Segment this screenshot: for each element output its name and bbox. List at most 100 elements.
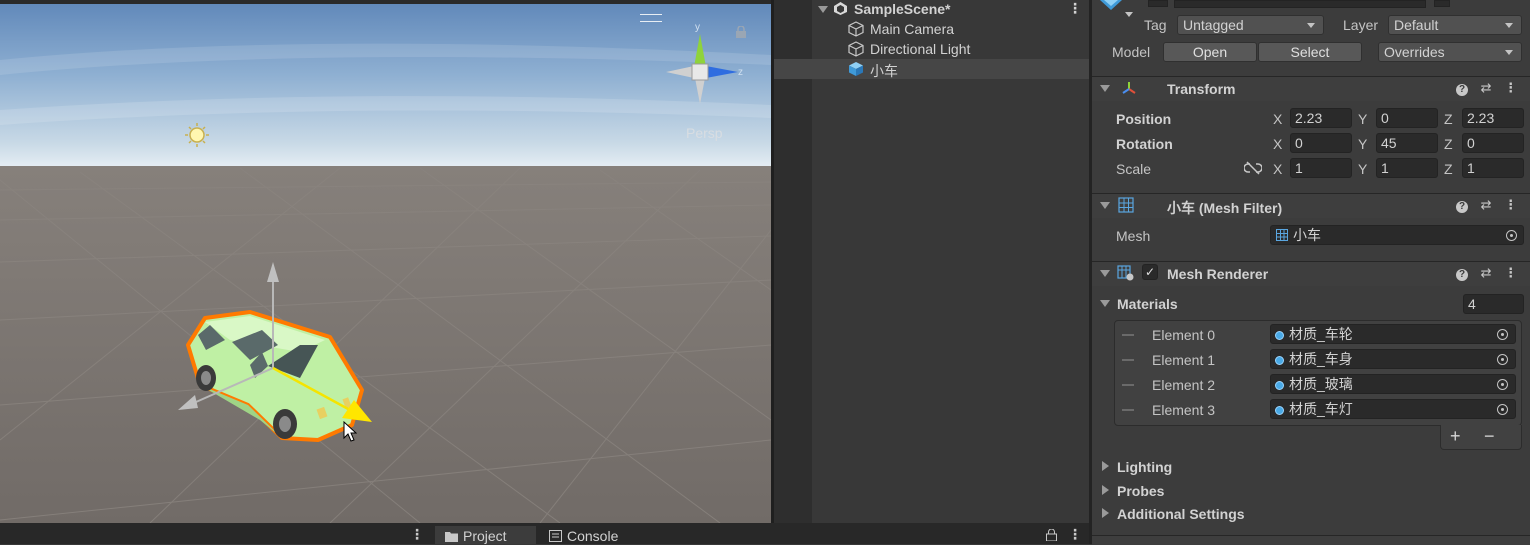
material-value: 材质_车身 [1289,351,1353,367]
mesh-value: 小车 [1293,227,1321,243]
enabled-checkbox[interactable]: ✓ [1142,264,1158,280]
foldout-arrow-icon[interactable] [1100,300,1110,307]
tag-dropdown[interactable]: Untagged [1177,15,1324,35]
materials-count-field[interactable]: 4 [1463,294,1524,314]
help-icon[interactable]: ? [1456,269,1468,281]
overrides-dropdown[interactable]: Overrides [1378,42,1522,62]
add-element-button[interactable]: + [1450,426,1461,447]
preset-icon[interactable]: ⇄ [1481,80,1492,95]
foldout-arrow-icon[interactable] [1100,202,1110,209]
context-menu-icon[interactable]: ⋮ [1504,265,1517,280]
element-label: Element 1 [1152,352,1216,368]
active-toggle[interactable] [1148,0,1168,7]
component-icons: ? ⇄ ⋮ [1456,80,1517,96]
projection-label[interactable]: Persp [686,125,723,141]
probes-foldout[interactable]: Probes [1117,483,1164,499]
mesh-object-field[interactable]: 小车 [1270,225,1524,245]
lighting-foldout[interactable]: Lighting [1117,459,1172,475]
position-y-field[interactable]: 0 [1376,108,1438,128]
expand-arrow-icon[interactable] [818,6,828,13]
panel-menu-icon[interactable]: ⋮ [1068,526,1082,543]
drag-handle-icon[interactable] [1122,384,1134,386]
axis-z-label[interactable]: Z [1444,161,1453,177]
rotation-y-field[interactable]: 45 [1376,133,1438,153]
scene-menu-icon[interactable]: ⋮ [1068,0,1082,17]
scale-y-field[interactable]: 1 [1376,158,1438,178]
tab-project[interactable]: Project [435,526,536,544]
object-picker-icon[interactable] [1497,404,1508,415]
model-label: Model [1112,44,1151,60]
select-button[interactable]: Select [1258,42,1362,62]
help-icon[interactable]: ? [1456,84,1468,96]
scene-menu-icon[interactable] [640,14,662,22]
tab-console[interactable]: Console [540,526,640,544]
hierarchy-item-label: Directional Light [870,41,971,57]
rotation-x-field[interactable]: 0 [1290,133,1352,153]
panel-menu-icon[interactable]: ⋮ [410,526,424,543]
axis-x-label[interactable]: X [1273,136,1282,152]
foldout-arrow-icon[interactable] [1102,485,1109,495]
foldout-arrow-icon[interactable] [1102,508,1109,518]
materials-label[interactable]: Materials [1117,296,1178,312]
chevron-down-icon [1307,23,1315,28]
mesh-filter-title: 小车 (Mesh Filter) [1167,200,1283,216]
open-button[interactable]: Open [1163,42,1257,62]
static-toggle[interactable] [1434,0,1450,7]
foldout-arrow-icon[interactable] [1102,461,1109,471]
scene-name: SampleScene* [854,1,951,17]
drag-handle-icon[interactable] [1122,359,1134,361]
position-z-field[interactable]: 2.23 [1462,108,1524,128]
axis-y-label[interactable]: Y [1358,161,1367,177]
material-icon [1275,381,1284,390]
remove-element-button[interactable]: − [1484,426,1495,447]
scene-canvas[interactable]: y z [0,0,771,523]
object-picker-icon[interactable] [1497,354,1508,365]
foldout-arrow-icon[interactable] [1100,85,1110,92]
material-object-field[interactable]: 材质_玻璃 [1270,374,1516,394]
context-menu-icon[interactable]: ⋮ [1504,197,1517,212]
layer-dropdown[interactable]: Default [1388,15,1522,35]
icon-dropdown-arrow[interactable] [1125,12,1133,17]
hierarchy-scene-row[interactable]: SampleScene* ⋮ [774,0,1089,20]
object-picker-icon[interactable] [1506,230,1517,241]
lock-icon[interactable] [1046,529,1057,541]
axis-y-label[interactable]: Y [1358,111,1367,127]
object-picker-icon[interactable] [1497,379,1508,390]
position-x-field[interactable]: 2.23 [1290,108,1352,128]
axis-x-label[interactable]: X [1273,161,1282,177]
scale-z-field[interactable]: 1 [1462,158,1524,178]
link-broken-icon[interactable] [1244,161,1262,175]
axis-z-label[interactable]: Z [1444,111,1453,127]
scene-view[interactable]: y z Persp [0,0,771,523]
axis-x-label[interactable]: X [1273,111,1282,127]
sky [0,0,771,168]
scale-label: Scale [1116,161,1152,177]
gizmo-y-label: y [695,22,700,33]
scale-x-field[interactable]: 1 [1290,158,1352,178]
chevron-down-icon [1505,50,1513,55]
rotation-z-field[interactable]: 0 [1462,133,1524,153]
drag-handle-icon[interactable] [1122,409,1134,411]
preset-icon[interactable]: ⇄ [1481,197,1492,212]
folder-icon [445,532,458,542]
object-picker-icon[interactable] [1497,329,1508,340]
hierarchy-item[interactable]: Directional Light [774,39,1089,59]
help-icon[interactable]: ? [1456,201,1468,213]
material-object-field[interactable]: 材质_车轮 [1270,324,1516,344]
preset-icon[interactable]: ⇄ [1481,265,1492,280]
name-field[interactable] [1174,0,1426,8]
material-object-field[interactable]: 材质_车灯 [1270,399,1516,419]
hierarchy-item[interactable]: Main Camera [774,19,1089,39]
drag-handle-icon[interactable] [1122,334,1134,336]
additional-settings-foldout[interactable]: Additional Settings [1117,506,1245,522]
mesh-renderer-icon [1117,265,1134,281]
hierarchy-item-label: Main Camera [870,21,955,37]
hierarchy-item-selected[interactable]: 小车 [774,59,1089,79]
foldout-arrow-icon[interactable] [1100,270,1110,277]
axis-y-label[interactable]: Y [1358,136,1367,152]
axis-z-label[interactable]: Z [1444,136,1453,152]
context-menu-icon[interactable]: ⋮ [1504,80,1517,95]
material-object-field[interactable]: 材质_车身 [1270,349,1516,369]
mesh-renderer-title: Mesh Renderer [1167,266,1269,282]
lock-icon[interactable] [735,26,747,38]
